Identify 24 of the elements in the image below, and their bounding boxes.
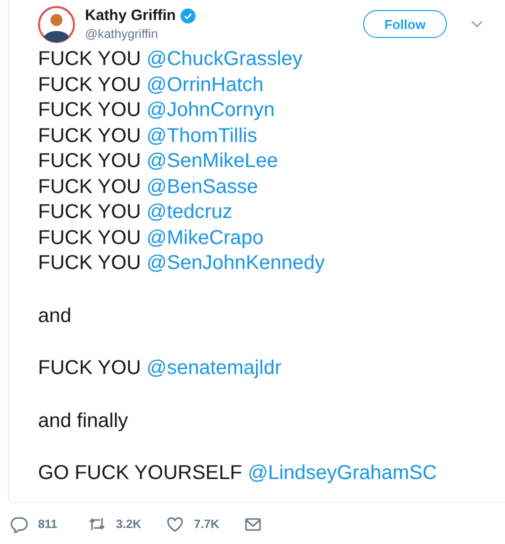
tweet-line: FUCK YOU @BenSasse [38, 174, 258, 200]
tweet-line: FUCK YOU @OrrinHatch [38, 72, 264, 98]
action-count: 7.7K [194, 517, 220, 531]
tweet-line: and [38, 304, 72, 328]
tweet-line: GO FUCK YOURSELF @LindseyGrahamSC [38, 461, 437, 486]
tweet-line: FUCK YOU @MikeCrapo [38, 226, 264, 250]
speech-bubble-icon[interactable] [10, 515, 28, 533]
tweet-line: FUCK YOU @JohnCornyn [38, 98, 275, 123]
avatar-icon[interactable] [38, 6, 75, 42]
action-count: 811 [38, 517, 58, 531]
tweet-line: FUCK YOU @senatemajldr [38, 356, 282, 381]
retweet-icon[interactable] [88, 515, 106, 533]
heart-icon[interactable] [166, 515, 184, 533]
author-handle[interactable]: @kathygriffin [85, 27, 353, 41]
caret-icon[interactable] [471, 20, 483, 28]
tweet-line: FUCK YOU @ChuckGrassley [38, 47, 302, 72]
tweet-line: FUCK YOU @SenMikeLee [38, 149, 278, 174]
action-count: 3.2K [116, 517, 142, 531]
tweet-line: FUCK YOU @ThomTillis [38, 124, 258, 148]
author-name[interactable]: Kathy Griffin [85, 7, 176, 24]
follow-button[interactable]: Follow [363, 10, 447, 38]
tweet-line: FUCK YOU @SenJohnKennedy [38, 251, 325, 276]
tweet-line: FUCK YOU @tedcruz [38, 200, 232, 225]
tweet-line: and finally [38, 408, 128, 434]
